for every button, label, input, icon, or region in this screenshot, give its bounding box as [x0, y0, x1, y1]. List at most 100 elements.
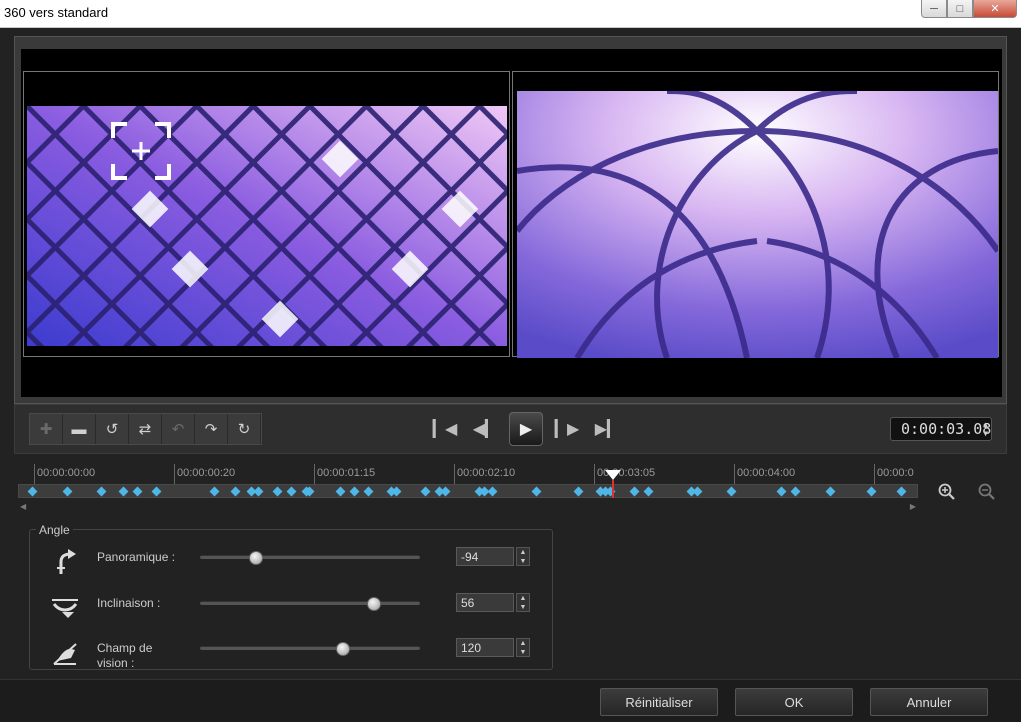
pan-value-input[interactable]: -94 — [456, 547, 514, 566]
next-keyframe-button[interactable]: ↷ — [195, 414, 228, 444]
keyframe-marker[interactable] — [692, 486, 703, 497]
reverse-keyframes-button[interactable]: ↺ — [96, 414, 129, 444]
keyframe-marker[interactable] — [132, 486, 143, 497]
add-keyframe-button[interactable]: ✚ — [30, 414, 63, 444]
preview-panel — [14, 36, 1007, 404]
keyframe-marker[interactable] — [230, 486, 241, 497]
keyframe-marker[interactable] — [629, 486, 640, 497]
tick-label: 00:00:01:15 — [317, 467, 376, 479]
keyframe-marker[interactable] — [391, 486, 402, 497]
source-360-preview[interactable] — [23, 71, 510, 357]
fov-label-line1: Champ de — [97, 641, 153, 655]
keyframe-marker[interactable] — [62, 486, 73, 497]
tick-mark — [34, 464, 35, 484]
timeline-scroll[interactable]: ◀ ▶ — [18, 502, 918, 512]
keyframe-tools: ✚ ▬ ↺ ⇄ ↶ ↷ ↻ — [29, 413, 262, 445]
playhead-marker[interactable] — [605, 470, 621, 480]
play-button[interactable]: ▶ — [509, 412, 543, 446]
angle-group-title: Angle — [36, 523, 73, 537]
go-to-start-button[interactable]: ▎◀ — [425, 411, 465, 447]
remove-keyframe-button[interactable]: ▬ — [63, 414, 96, 444]
timeline[interactable]: 00:00:00:00 00:00:00:20 00:00:01:15 00:0… — [18, 462, 918, 512]
viewport-target-icon[interactable] — [111, 122, 171, 180]
cancel-button[interactable]: Annuler — [870, 688, 988, 716]
keyframe-marker[interactable] — [118, 486, 129, 497]
keyframe-marker[interactable] — [440, 486, 451, 497]
zoom-out-icon[interactable] — [977, 482, 997, 502]
minimize-button[interactable]: ─ — [921, 0, 947, 18]
fov-slider-thumb[interactable] — [335, 642, 350, 656]
ok-button[interactable]: OK — [735, 688, 853, 716]
keyframe-marker[interactable] — [573, 486, 584, 497]
keyframe-marker[interactable] — [363, 486, 374, 497]
timecode-field[interactable]: 0:00:03.08 ▲ ▼ — [890, 417, 992, 441]
pan-value-spinner[interactable]: ▲ ▼ — [516, 547, 530, 566]
keyframe-marker[interactable] — [272, 486, 283, 497]
scroll-left-icon[interactable]: ◀ — [20, 502, 26, 511]
control-toolbar: ✚ ▬ ↺ ⇄ ↶ ↷ ↻ ▎◀ ◀▎ ▶ ▎▶ ▶▎ 0:00:03.08 ▲… — [14, 404, 1007, 454]
source-video-frame — [27, 106, 507, 346]
tilt-slider[interactable] — [200, 597, 420, 611]
tick-mark — [734, 464, 735, 484]
tilt-value-spinner[interactable]: ▲ ▼ — [516, 593, 530, 612]
playhead-line — [612, 480, 614, 498]
pan-slider[interactable] — [200, 551, 420, 565]
keyframe-marker[interactable] — [776, 486, 787, 497]
tick-mark — [454, 464, 455, 484]
fov-slider[interactable] — [200, 642, 420, 656]
tick-label: 00:00:0 — [877, 467, 914, 479]
keyframe-marker[interactable] — [866, 486, 877, 497]
fov-value-spinner[interactable]: ▲ ▼ — [516, 638, 530, 657]
pan-slider-thumb[interactable] — [249, 551, 264, 565]
keyframe-marker[interactable] — [349, 486, 360, 497]
tilt-icon — [50, 594, 80, 622]
fov-label: Champ de vision : — [97, 641, 152, 671]
dialog-footer: Réinitialiser OK Annuler — [0, 679, 1021, 722]
keyframe-marker[interactable] — [286, 486, 297, 497]
keyframe-marker[interactable] — [253, 486, 264, 497]
keyframe-marker[interactable] — [420, 486, 431, 497]
timecode-spinner[interactable]: ▲ ▼ — [983, 420, 988, 438]
keyframe-marker[interactable] — [896, 486, 907, 497]
tick-mark — [174, 464, 175, 484]
keyframe-marker[interactable] — [531, 486, 542, 497]
window-title: 360 vers standard — [4, 5, 109, 20]
keyframe-marker[interactable] — [487, 486, 498, 497]
keyframe-marker[interactable] — [335, 486, 346, 497]
tilt-slider-thumb[interactable] — [366, 597, 381, 611]
keyframe-marker[interactable] — [643, 486, 654, 497]
keyframe-track[interactable] — [18, 484, 918, 498]
tilt-value-input[interactable]: 56 — [456, 593, 514, 612]
go-to-end-button[interactable]: ▶▎ — [587, 411, 627, 447]
dialog-window: 360 vers standard ─ □ ✕ ✚ ▬ ↺ ⇄ ↶ ↷ ↻ ▎◀… — [0, 0, 1021, 722]
keyframe-marker[interactable] — [27, 486, 38, 497]
fov-value-input[interactable]: 120 — [456, 638, 514, 657]
output-video-frame — [517, 91, 998, 358]
reset-button[interactable]: Réinitialiser — [600, 688, 718, 716]
timecode-value: 0:00:03.08 — [901, 420, 992, 438]
next-frame-button[interactable]: ▎▶ — [547, 411, 587, 447]
angle-group: Angle Panoramique : -94 ▲ ▼ Inclinaison :… — [29, 523, 554, 672]
fov-row: Champ de vision : 120 ▲ ▼ — [30, 632, 554, 672]
keyframe-marker[interactable] — [209, 486, 220, 497]
keyframe-marker[interactable] — [790, 486, 801, 497]
tick-mark — [314, 464, 315, 484]
tick-mark — [874, 464, 875, 484]
keyframe-marker[interactable] — [151, 486, 162, 497]
close-button[interactable]: ✕ — [973, 0, 1017, 18]
keyframe-marker[interactable] — [726, 486, 737, 497]
pan-row: Panoramique : -94 ▲ ▼ — [30, 540, 554, 580]
reset-keyframe-button[interactable]: ↻ — [228, 414, 261, 444]
previous-frame-button[interactable]: ◀▎ — [465, 411, 505, 447]
scroll-right-icon[interactable]: ▶ — [910, 502, 916, 511]
swap-keyframes-button[interactable]: ⇄ — [129, 414, 162, 444]
zoom-in-icon[interactable] — [937, 482, 957, 502]
standard-output-preview — [512, 71, 999, 358]
keyframe-marker[interactable] — [825, 486, 836, 497]
previous-keyframe-button[interactable]: ↶ — [162, 414, 195, 444]
tick-label: 00:00:00:20 — [177, 467, 236, 479]
maximize-button[interactable]: □ — [947, 0, 973, 18]
time-ruler[interactable]: 00:00:00:00 00:00:00:20 00:00:01:15 00:0… — [18, 462, 918, 484]
playback-controls: ▎◀ ◀▎ ▶ ▎▶ ▶▎ — [425, 411, 627, 447]
keyframe-marker[interactable] — [96, 486, 107, 497]
